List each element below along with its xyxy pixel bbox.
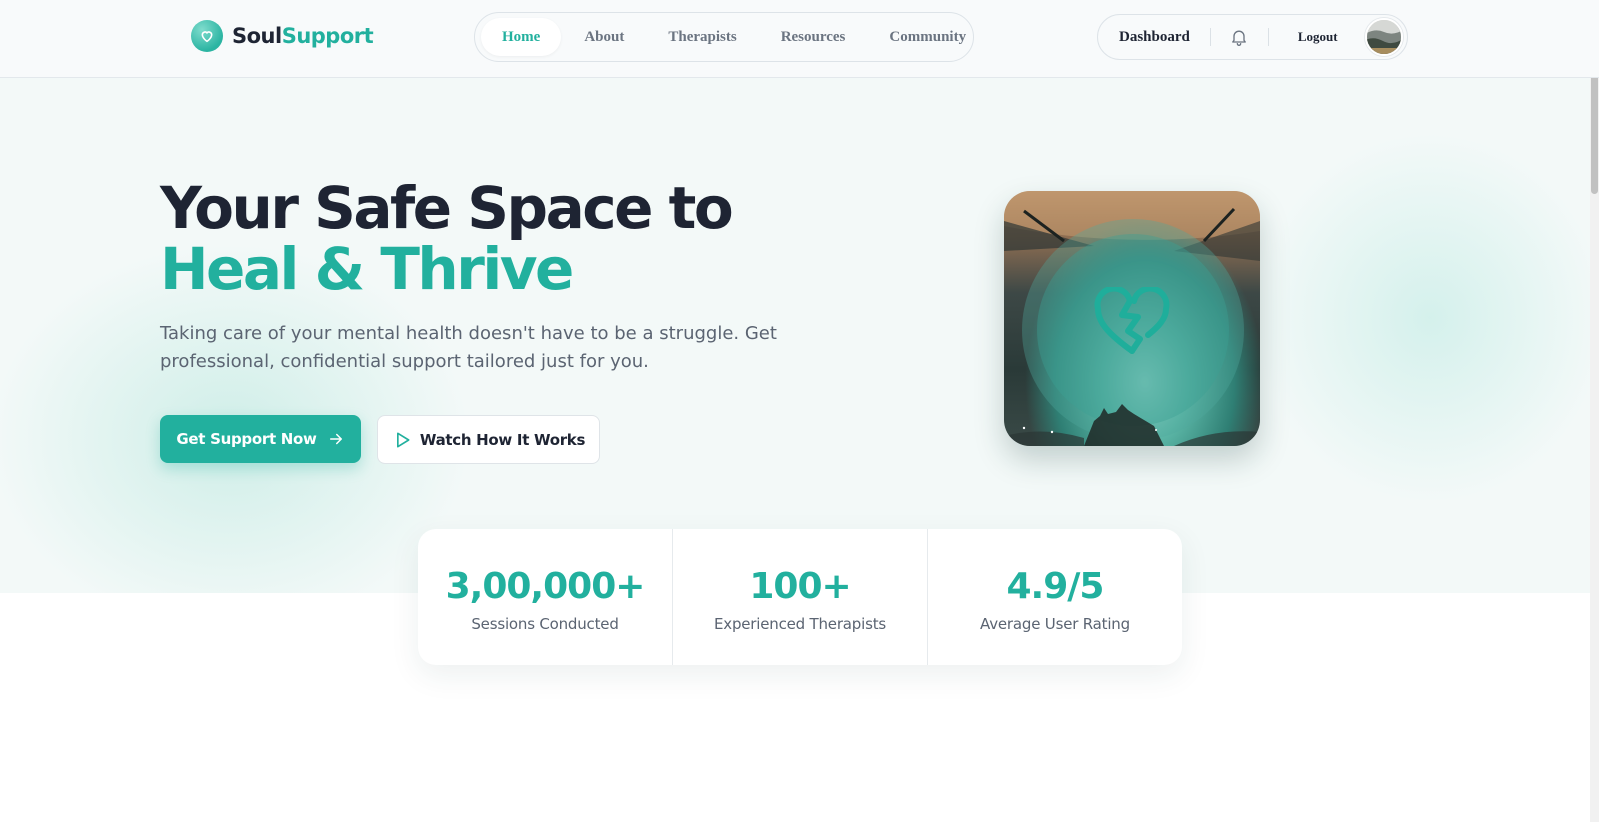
nav-link-about[interactable]: About <box>563 18 645 56</box>
stat-value: 3,00,000+ <box>445 565 646 607</box>
brand-name-part1: Soul <box>232 24 282 48</box>
watch-how-it-works-label: Watch How It Works <box>419 430 586 449</box>
stat-sessions: 3,00,000+ Sessions Conducted <box>418 529 673 665</box>
dashboard-link[interactable]: Dashboard <box>1119 29 1190 46</box>
logout-button[interactable]: Logout <box>1298 29 1338 45</box>
stat-value: 4.9/5 <box>1006 565 1105 607</box>
hero-title: Your Safe Space to Heal & Thrive <box>160 174 734 303</box>
crowd-silhouette <box>1004 404 1260 446</box>
hero-section: Your Safe Space to Heal & Thrive Taking … <box>0 78 1599 593</box>
stat-label: Average User Rating <box>980 614 1130 633</box>
heart-icon <box>191 20 223 52</box>
hero-title-line2: Heal & Thrive <box>160 235 574 303</box>
play-icon <box>392 430 412 450</box>
stat-value: 100+ <box>749 565 851 607</box>
nav-link-therapists[interactable]: Therapists <box>647 18 757 56</box>
brand[interactable]: SoulSupport <box>191 20 374 52</box>
stat-therapists: 100+ Experienced Therapists <box>673 529 928 665</box>
bell-icon[interactable] <box>1227 25 1251 49</box>
user-menu: Dashboard Logout <box>1097 14 1408 60</box>
brand-name-part2: Support <box>281 24 374 48</box>
stats-card: 3,00,000+ Sessions Conducted 100+ Experi… <box>418 529 1182 665</box>
hero-subtitle: Taking care of your mental health doesn'… <box>160 323 777 372</box>
heart-puzzle-icon <box>1092 285 1172 364</box>
divider <box>1209 28 1211 46</box>
nav-link-community[interactable]: Community <box>868 18 987 56</box>
navbar: SoulSupport Home About Therapists Resour… <box>0 0 1599 78</box>
main-nav: Home About Therapists Resources Communit… <box>474 12 974 62</box>
watch-how-it-works-button[interactable]: Watch How It Works <box>377 415 600 464</box>
stat-label: Sessions Conducted <box>471 614 619 633</box>
nav-link-home[interactable]: Home <box>481 18 562 56</box>
nav-link-resources[interactable]: Resources <box>760 18 867 56</box>
divider <box>1267 28 1269 46</box>
get-support-button[interactable]: Get Support Now <box>160 415 361 463</box>
brand-name: SoulSupport <box>232 24 374 48</box>
hero-title-line1: Your Safe Space to <box>160 174 734 242</box>
arrow-right-icon <box>327 430 345 448</box>
get-support-label: Get Support Now <box>176 430 317 448</box>
stat-rating: 4.9/5 Average User Rating <box>928 529 1182 665</box>
background-glow <box>1240 118 1599 518</box>
stat-label: Experienced Therapists <box>714 614 886 633</box>
user-avatar[interactable] <box>1364 18 1403 56</box>
hero-image <box>1004 191 1260 446</box>
vertical-scrollbar[interactable] <box>1590 0 1599 822</box>
